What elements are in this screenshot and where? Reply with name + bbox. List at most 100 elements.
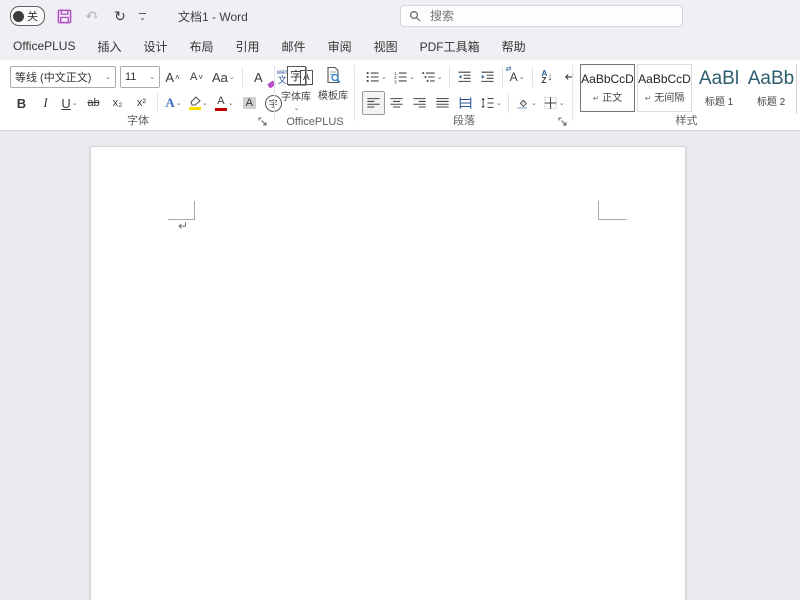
window-title: 文档1 - Word [178, 8, 248, 25]
tab-references[interactable]: 引用 [225, 32, 271, 60]
divider [502, 67, 503, 87]
chevron-down-icon: ⌄ [93, 12, 99, 20]
divider [449, 67, 450, 87]
search-input[interactable] [428, 8, 652, 24]
bullets-button[interactable]: ⌄ [362, 65, 390, 89]
ribbon-tab-row: OfficePLUS 插入 设计 布局 引用 邮件 审阅 视图 PDF工具箱 帮… [0, 32, 800, 60]
styles-group: AaBbCcD ↵ 正文 AaBbCcD ↵ 无间隔 AaBl 标题 1 AaB… [576, 60, 797, 130]
sort-button[interactable]: AZ ↓ [536, 65, 559, 89]
chevron-down-icon: ⌄ [176, 99, 182, 107]
svg-text:3: 3 [394, 80, 397, 84]
shrink-font-button[interactable]: A˅ [185, 65, 208, 89]
caret-down-icon: ˅ [198, 73, 203, 82]
chevron-down-icon: ⌄ [202, 99, 208, 107]
highlighter-icon [189, 96, 201, 110]
tab-officeplus[interactable]: OfficePLUS [2, 32, 86, 60]
styles-group-label: 样式 [576, 112, 797, 128]
style-card-heading1[interactable]: AaBl 标题 1 [694, 64, 744, 112]
autosave-toggle[interactable]: 关 [10, 6, 45, 26]
tab-help[interactable]: 帮助 [491, 32, 537, 60]
chevron-down-icon: ⌄ [228, 99, 234, 107]
numbering-button[interactable]: 123 ⌄ [390, 65, 418, 89]
caret-up-icon: ˄ [175, 73, 180, 82]
outdent-icon [457, 70, 472, 84]
align-left-icon [366, 96, 381, 110]
tab-mailings[interactable]: 邮件 [271, 32, 317, 60]
chevron-down-icon: ⌄ [437, 73, 443, 81]
change-case-button[interactable]: Aa⌄ [209, 65, 238, 89]
title-bar: 关 ↶⌄ ↻ ⌄ 文档1 - Word [0, 0, 800, 32]
group-divider [274, 65, 275, 121]
tab-design[interactable]: 设计 [133, 32, 179, 60]
document-page[interactable]: ↵ [90, 146, 686, 600]
justify-icon [435, 96, 450, 110]
document-canvas[interactable]: ↵ [0, 132, 800, 600]
chevron-down-icon: ⌄ [294, 104, 300, 112]
arrows-icon: ⇄ [506, 65, 512, 73]
dialog-launcher-icon [558, 117, 567, 126]
multilevel-list-button[interactable]: ⌄ [418, 65, 446, 89]
borders-grid-icon [543, 96, 558, 110]
increase-indent-button[interactable] [476, 65, 499, 89]
template-library-button[interactable]: 模板库 [315, 60, 351, 112]
ribbon: 等线 (中文正文)⌄ 11⌄ A˄ A˅ Aa⌄ A wén 文 [0, 60, 800, 131]
search-icon [409, 10, 421, 22]
chevron-down-icon: ⌄ [531, 99, 537, 107]
bullet-list-icon [365, 70, 380, 84]
redo-icon: ↻ [114, 8, 126, 25]
font-size-combo[interactable]: 11⌄ [120, 66, 160, 88]
tab-layout[interactable]: 布局 [179, 32, 225, 60]
line-spacing-icon [480, 96, 495, 110]
style-card-normal[interactable]: AaBbCcD ↵ 正文 [580, 64, 635, 112]
asian-layout-button[interactable]: A ⇄ ⌄ [506, 65, 529, 89]
red-color-bar-icon [215, 108, 227, 111]
style-card-heading2[interactable]: AaBb 标题 2 [746, 64, 796, 112]
undo-button[interactable]: ↶⌄ [83, 7, 101, 25]
save-icon [57, 9, 72, 24]
chevron-down-icon: ⌄ [559, 99, 565, 107]
distribute-icon [458, 96, 473, 110]
font-dialog-launcher[interactable] [258, 117, 267, 126]
indent-icon [480, 70, 495, 84]
font-library-icon: 字 [287, 66, 306, 85]
tab-view[interactable]: 视图 [363, 32, 409, 60]
save-button[interactable] [55, 7, 73, 25]
group-divider [354, 65, 355, 121]
template-library-icon [324, 66, 342, 84]
chevron-down-icon: ⌄ [496, 99, 502, 107]
group-divider [572, 65, 573, 121]
quick-access-toolbar: 关 ↶⌄ ↻ ⌄ [10, 6, 146, 26]
chevron-down-icon: ⌄ [229, 73, 235, 81]
chevron-down-icon: ⌄ [409, 73, 415, 81]
paragraph-mark-icon: ↵ [645, 94, 652, 103]
tab-review[interactable]: 审阅 [317, 32, 363, 60]
tab-insert[interactable]: 插入 [86, 32, 132, 60]
redo-button[interactable]: ↻ [111, 7, 129, 25]
style-card-no-spacing[interactable]: AaBbCcD ↵ 无间隔 [637, 64, 692, 112]
decrease-indent-button[interactable] [453, 65, 476, 89]
align-right-icon [412, 96, 427, 110]
font-group: 等线 (中文正文)⌄ 11⌄ A˄ A˅ Aa⌄ A wén 文 [6, 60, 270, 130]
clear-formatting-button[interactable]: A [247, 65, 270, 89]
divider [157, 93, 158, 113]
tab-pdf-tools[interactable]: PDF工具箱 [409, 32, 491, 60]
chevron-down-icon: ⌄ [381, 73, 387, 81]
align-center-icon [389, 96, 404, 110]
gallery-divider [796, 64, 797, 114]
font-library-button[interactable]: 字 字体库 ⌄ [278, 60, 314, 112]
divider [508, 93, 509, 113]
toggle-knob-icon [13, 11, 24, 22]
paragraph-dialog-launcher[interactable] [558, 117, 567, 126]
officeplus-group: 字 字体库 ⌄ 模板库 OfficePLUS [278, 60, 352, 130]
chevron-down-icon: ⌄ [105, 73, 111, 81]
customize-qat-button[interactable]: ⌄ [139, 13, 146, 20]
font-name-combo[interactable]: 等线 (中文正文)⌄ [10, 66, 116, 88]
font-group-label: 字体 [6, 112, 270, 128]
paint-bucket-icon [515, 96, 530, 110]
grow-font-button[interactable]: A˄ [161, 65, 184, 89]
paragraph-mark: ↵ [178, 219, 188, 233]
paragraph-group: ⌄ 123 ⌄ ⌄ [358, 60, 570, 130]
divider [242, 67, 243, 87]
search-box[interactable] [400, 5, 683, 27]
paragraph-mark-icon: ↵ [593, 94, 600, 103]
